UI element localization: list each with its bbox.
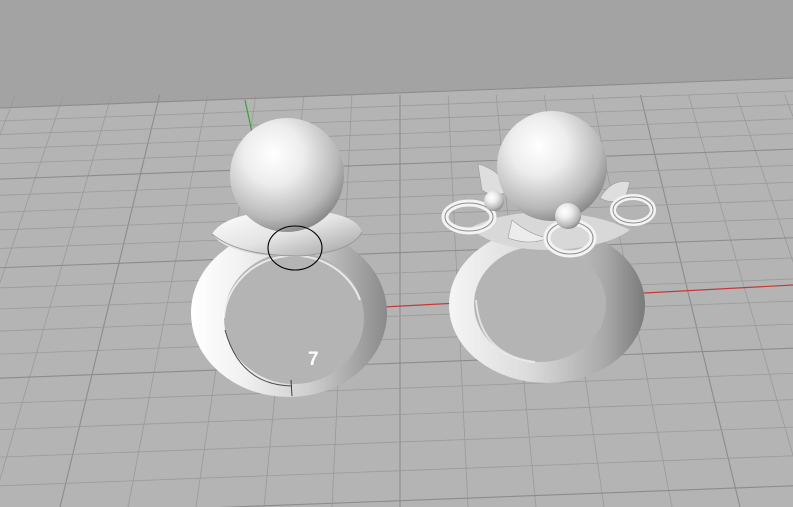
dimension-label: 7 (308, 349, 319, 370)
sphere-gem-2[interactable] (497, 111, 607, 221)
sphere-gem[interactable] (230, 118, 344, 232)
viewport-canvas[interactable] (0, 0, 793, 507)
perspective-viewport[interactable]: 7 (0, 0, 793, 507)
construction-plane (0, 78, 793, 507)
